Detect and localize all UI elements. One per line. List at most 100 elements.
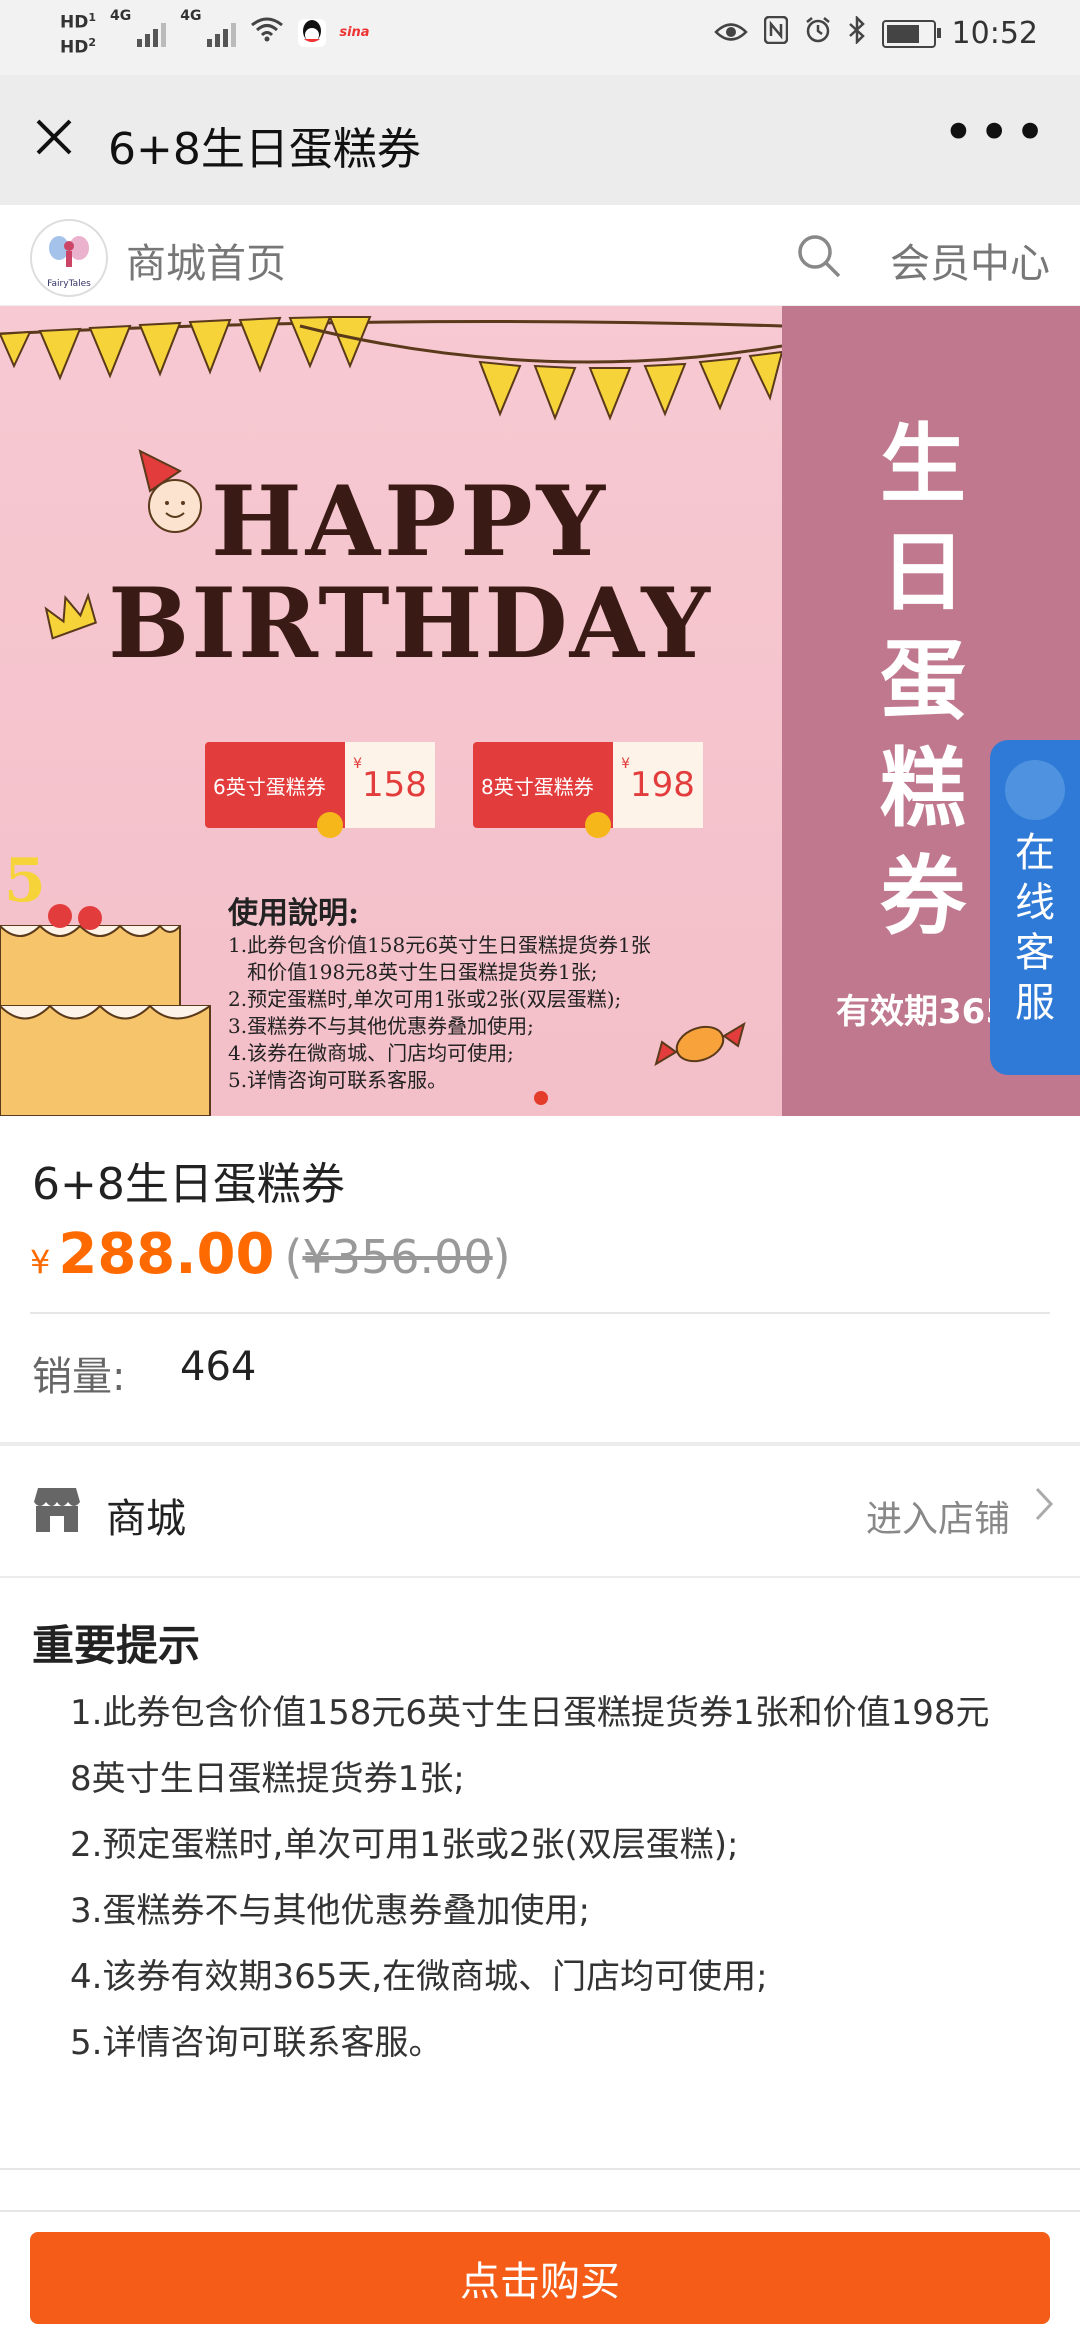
side-char: 糕 [880,738,966,839]
store-icon [30,1482,84,1536]
tip-item: 4.该券有效期365天,在微商城、门店均可使用; [70,1957,768,1997]
side-validity: 有效期365 [836,992,1009,1032]
coupon-8inch: 8英寸蛋糕券 ¥198 [473,742,703,838]
logo-text: FairyTales [47,279,91,289]
happy-text: HAPPY [210,465,610,578]
signal-icon-2 [207,19,237,47]
status-bar: HD1 HD2 4G 4G sina 10:52 [0,0,1080,75]
more-menu-icon[interactable]: ••• [942,101,1050,164]
coupon-6inch-symbol: ¥ [353,756,362,772]
service-char: 客 [1015,930,1055,976]
service-label: 在 线 客 服 [990,828,1080,1028]
nav-bar: 6+8生日蛋糕券 ••• [0,75,1080,205]
chevron-right-icon [1034,1486,1054,1532]
instruction-line: 和价值198元8英寸生日蛋糕提货券1张; [228,960,598,984]
orig-open: ( [284,1230,303,1284]
online-service-button[interactable]: 在 线 客 服 [990,740,1080,1075]
instruction-line: 2.预定蛋糕时,单次可用1张或2张(双层蛋糕); [228,987,622,1011]
cake-number: 5 [4,846,46,916]
sales-label: 销量: [32,1354,126,1400]
buy-button[interactable]: 点击购买 [30,2232,1050,2324]
wifi-icon [250,15,284,50]
store-row[interactable]: 商城 进入店铺 [0,1446,1080,1576]
coupon-6inch: 6英寸蛋糕券 ¥158 [205,742,435,838]
instruction-line: 3.蛋糕券不与其他优惠券叠加使用; [228,1014,534,1038]
status-left: HD1 HD2 4G 4G sina [60,8,370,57]
shop-header: FairyTales 商城首页 会员中心 [0,205,1080,306]
tip-item: 3.蛋糕券不与其他优惠券叠加使用; [70,1891,590,1931]
coupon-8inch-value-box: ¥198 [613,742,703,828]
coupon-8inch-name: 8英寸蛋糕券 [481,774,594,799]
side-char: 生 [880,414,966,515]
product-banner[interactable]: HAPPY BIRTHDAY 6英寸蛋糕券 ¥158 8英寸蛋糕券 ¥198 5… [0,306,1080,1116]
status-right: 10:52 [713,14,1038,51]
hd2-label: HD [60,37,89,58]
tip-item: 5.详情咨询可联系客服。 [70,2023,443,2063]
net2-label: 4G [180,8,202,24]
carousel-indicator[interactable] [534,1091,548,1105]
side-char: 日 [880,522,966,623]
orig-close: ) [492,1230,511,1284]
headset-icon [1005,760,1065,820]
service-char: 在 [1015,830,1055,876]
hd2-sub: 2 [88,35,96,49]
hd1-sub: 1 [88,11,96,24]
page-title: 6+8生日蛋糕券 [108,124,421,175]
close-icon[interactable] [28,111,80,163]
happy-birthday-heading: HAPPY BIRTHDAY [60,474,760,672]
bluetooth-icon [848,14,866,51]
product-title: 6+8生日蛋糕券 [32,1159,345,1210]
side-char: 券 [880,846,966,947]
tips-title: 重要提示 [32,1621,201,1670]
status-time: 10:52 [951,16,1038,51]
hd1-label: HD [60,12,89,33]
current-price: 288.00 [58,1222,275,1287]
signal-icon [137,19,167,47]
shop-logo[interactable]: FairyTales [30,219,108,297]
tip-item: 8英寸生日蛋糕提货券1张; [70,1759,465,1799]
search-icon[interactable] [796,233,842,279]
bottom-bar: 点击购买 [0,2210,1080,2342]
coupon-6inch-value: 158 [362,765,427,805]
alarm-icon [804,16,832,51]
instruction-line: 5.详情咨询可联系客服。 [228,1068,448,1092]
battery-icon [881,19,941,48]
hd-icon: HD1 HD2 [60,8,96,57]
service-char: 服 [1015,980,1055,1026]
qq-icon [298,18,327,47]
coupon-6inch-value-box: ¥158 [345,742,435,828]
coin-icon [585,812,611,838]
member-center-link[interactable]: 会员中心 [890,231,1050,289]
original-price: (¥356.00) [284,1230,510,1284]
price-symbol: ¥ [30,1243,51,1281]
instruction-line: 4.该券在微商城、门店均可使用; [228,1041,514,1065]
tip-item: 2.预定蛋糕时,单次可用1张或2张(双层蛋糕); [70,1825,739,1865]
instructions-title: 使用說明: [228,896,360,931]
divider [30,1312,1050,1314]
bunting-flags [0,315,782,421]
store-name: 商城 [106,1496,186,1542]
fairy-icon [47,234,91,282]
price-row: ¥ 288.00 (¥356.00) [30,1222,511,1287]
coupon-8inch-symbol: ¥ [621,756,630,772]
instruction-line: 1.此券包含价值158元6英寸生日蛋糕提货券1张 [228,933,651,957]
birthday-text: BIRTHDAY [108,567,712,680]
side-title: 生 日 蛋 糕 券 [880,411,966,951]
cake-illustration: 5 [0,846,220,1116]
tip-item: 1.此券包含价值158元6英寸生日蛋糕提货券1张和价值198元 [70,1693,990,1733]
service-char: 线 [1015,880,1055,926]
eye-icon [713,17,748,50]
coupon-8inch-value: 198 [630,765,695,805]
usage-instructions: 使用說明: 1.此券包含价值158元6英寸生日蛋糕提货券1张 和价值198元8英… [228,888,651,1094]
shop-home-link[interactable]: 商城首页 [126,231,286,289]
net1-label: 4G [110,8,132,24]
enter-store-link[interactable]: 进入店铺 [866,1490,1010,1542]
tips-list: 1.此券包含价值158元6英寸生日蛋糕提货券1张和价值198元 8英寸生日蛋糕提… [70,1680,1030,2076]
orig-value: ¥356.00 [302,1230,493,1284]
nfc-icon [763,15,788,51]
weibo-icon: sina [339,25,370,41]
banner-main: HAPPY BIRTHDAY 6英寸蛋糕券 ¥158 8英寸蛋糕券 ¥198 5… [0,306,782,1116]
section-divider [0,1576,1080,1578]
coin-icon [317,812,343,838]
side-char: 蛋 [880,630,966,731]
